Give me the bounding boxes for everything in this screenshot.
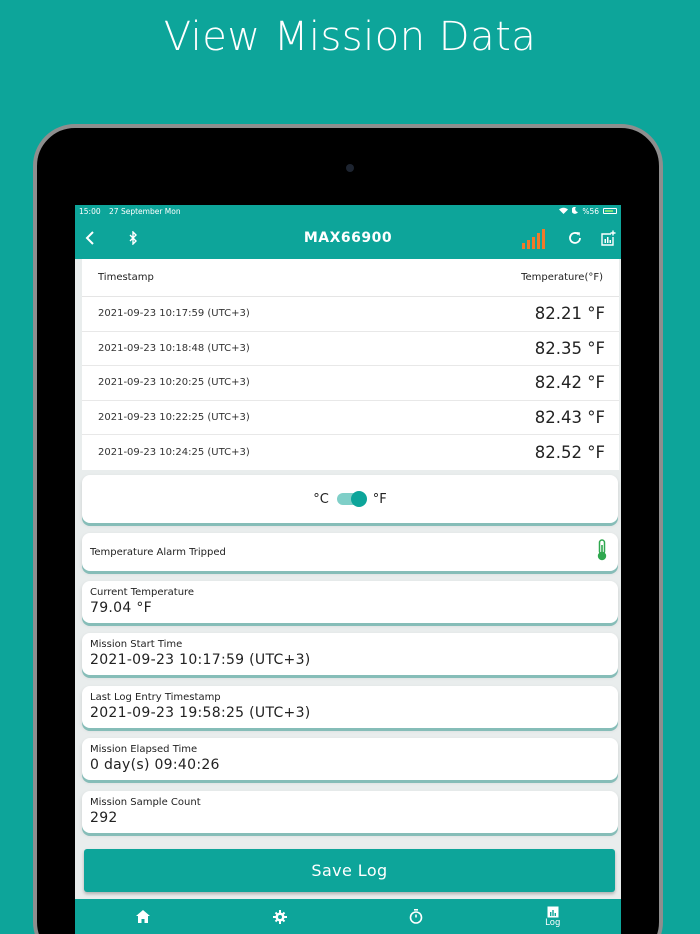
celsius-label: °C bbox=[313, 491, 329, 507]
row-temperature: 82.21 °F bbox=[534, 304, 605, 324]
signal-strength-icon bbox=[521, 217, 547, 259]
refresh-icon[interactable] bbox=[567, 217, 583, 259]
fahrenheit-label: °F bbox=[372, 491, 387, 507]
unit-toggle-switch[interactable] bbox=[336, 491, 367, 507]
status-bar: 15:00 27 September Mon %56 bbox=[75, 205, 621, 217]
alarm-label: Temperature Alarm Tripped bbox=[90, 546, 226, 558]
app-screen: 15:00 27 September Mon %56 MAX66900 Time… bbox=[75, 205, 621, 934]
current-temperature-value: 79.04 °F bbox=[90, 600, 152, 616]
app-bar: MAX66900 bbox=[75, 217, 621, 259]
mission-data-table: Timestamp Temperature(°F) 2021-09-23 10:… bbox=[82, 259, 619, 470]
log-chart-icon bbox=[547, 906, 559, 918]
wifi-icon bbox=[559, 207, 569, 216]
moon-icon bbox=[571, 206, 579, 216]
table-row: 2021-09-23 10:18:48 (UTC+3) 82.35 °F bbox=[82, 332, 619, 366]
bottom-nav: Log bbox=[75, 899, 621, 934]
gear-icon bbox=[272, 909, 287, 924]
sample-count-card: Mission Sample Count 292 bbox=[82, 791, 618, 833]
battery-icon bbox=[603, 208, 617, 214]
row-timestamp: 2021-09-23 10:22:25 (UTC+3) bbox=[98, 411, 250, 423]
table-row: 2021-09-23 10:17:59 (UTC+3) 82.21 °F bbox=[82, 297, 619, 332]
row-timestamp: 2021-09-23 10:20:25 (UTC+3) bbox=[98, 377, 250, 389]
toggle-knob bbox=[350, 491, 367, 507]
last-log-value: 2021-09-23 19:58:25 (UTC+3) bbox=[90, 705, 311, 721]
table-row: 2021-09-23 10:22:25 (UTC+3) 82.43 °F bbox=[82, 401, 619, 435]
alarm-card: Temperature Alarm Tripped bbox=[82, 533, 618, 571]
row-temperature: 82.35 °F bbox=[534, 338, 605, 358]
current-temperature-label: Current Temperature bbox=[90, 587, 195, 598]
temperature-header: Temperature(°F) bbox=[521, 272, 603, 283]
mission-start-card: Mission Start Time 2021-09-23 10:17:59 (… bbox=[82, 633, 618, 675]
row-temperature: 82.43 °F bbox=[534, 407, 605, 427]
sample-count-value: 292 bbox=[90, 810, 118, 826]
current-temperature-card: Current Temperature 79.04 °F bbox=[82, 581, 618, 623]
row-temperature: 82.52 °F bbox=[534, 442, 605, 462]
status-time: 15:00 bbox=[79, 206, 101, 216]
elapsed-time-value: 0 day(s) 09:40:26 bbox=[90, 757, 220, 773]
row-timestamp: 2021-09-23 10:17:59 (UTC+3) bbox=[98, 308, 250, 320]
last-log-card: Last Log Entry Timestamp 2021-09-23 19:5… bbox=[82, 686, 618, 728]
home-icon bbox=[136, 910, 151, 923]
nav-log[interactable]: Log bbox=[485, 899, 622, 934]
row-temperature: 82.42 °F bbox=[534, 373, 605, 393]
stopwatch-icon bbox=[409, 909, 423, 924]
camera bbox=[346, 164, 354, 172]
thermometer-icon bbox=[596, 539, 608, 565]
table-header: Timestamp Temperature(°F) bbox=[82, 259, 619, 297]
battery-percent: %56 bbox=[582, 206, 599, 216]
nav-home[interactable] bbox=[75, 899, 212, 934]
sample-count-label: Mission Sample Count bbox=[90, 797, 201, 808]
table-row: 2021-09-23 10:24:25 (UTC+3) 82.52 °F bbox=[82, 435, 619, 470]
mission-start-value: 2021-09-23 10:17:59 (UTC+3) bbox=[90, 652, 311, 668]
row-timestamp: 2021-09-23 10:24:25 (UTC+3) bbox=[98, 446, 250, 458]
last-log-label: Last Log Entry Timestamp bbox=[90, 692, 221, 703]
promo-title: View Mission Data bbox=[163, 14, 537, 60]
mission-start-label: Mission Start Time bbox=[90, 639, 183, 650]
elapsed-time-label: Mission Elapsed Time bbox=[90, 744, 198, 755]
nav-settings[interactable] bbox=[212, 899, 349, 934]
table-row: 2021-09-23 10:20:25 (UTC+3) 82.42 °F bbox=[82, 366, 619, 401]
timestamp-header: Timestamp bbox=[98, 272, 154, 283]
nav-timer[interactable] bbox=[348, 899, 485, 934]
add-chart-icon[interactable] bbox=[600, 217, 616, 259]
nav-log-label: Log bbox=[545, 917, 561, 928]
status-date: 27 September Mon bbox=[109, 206, 181, 216]
save-log-button[interactable]: Save Log bbox=[84, 849, 615, 892]
unit-toggle-card: °C °F bbox=[82, 475, 618, 523]
row-timestamp: 2021-09-23 10:18:48 (UTC+3) bbox=[98, 342, 250, 354]
elapsed-time-card: Mission Elapsed Time 0 day(s) 09:40:26 bbox=[82, 738, 618, 780]
